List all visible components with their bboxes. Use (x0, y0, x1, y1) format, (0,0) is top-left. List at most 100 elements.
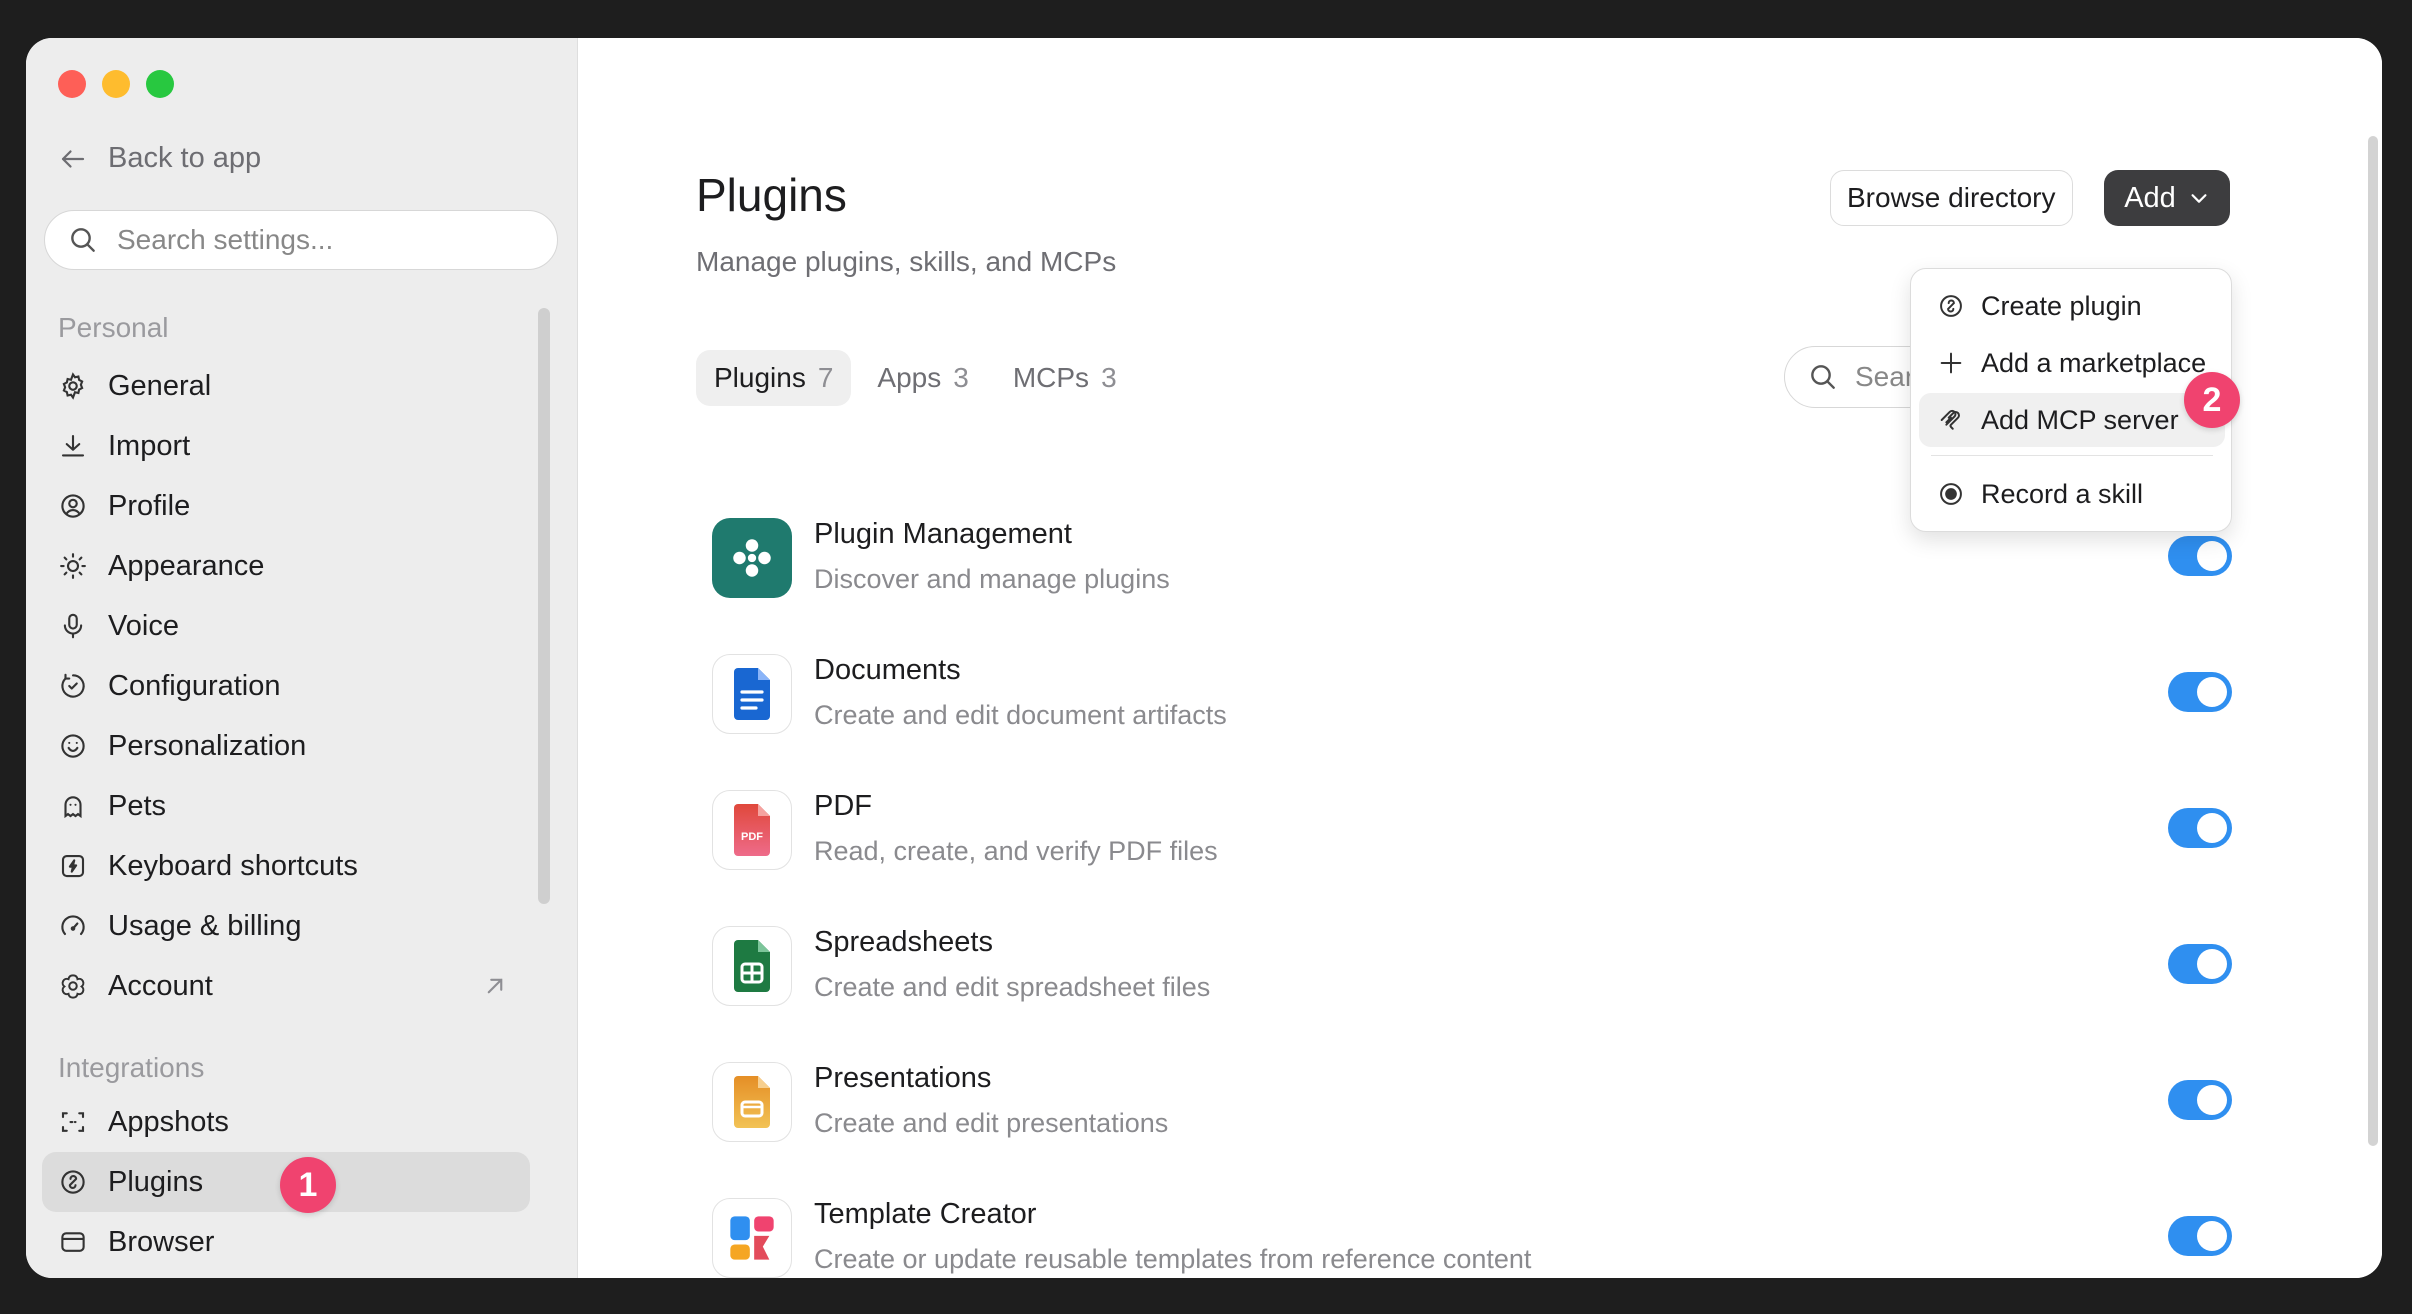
settings-search[interactable] (44, 210, 558, 270)
sidebar-item-configuration[interactable]: Configuration (42, 656, 530, 716)
minimize-window-button[interactable] (102, 70, 130, 98)
menu-item-add-marketplace[interactable]: Add a marketplace (1919, 336, 2225, 390)
gear-icon (62, 372, 84, 400)
menu-item-label: Record a skill (1981, 478, 2144, 509)
microphone-icon (63, 613, 83, 639)
step-badge-1: 1 (280, 1157, 336, 1213)
sidebar-item-appearance[interactable]: Appearance (42, 536, 530, 596)
sidebar-item-label: Profile (108, 489, 191, 522)
sidebar-item-label: Personalization (108, 729, 307, 762)
profile-icon (61, 494, 85, 518)
menu-item-add-mcp-server[interactable]: Add MCP server (1919, 393, 2225, 447)
sidebar-item-browser[interactable]: Browser (42, 1212, 530, 1272)
menu-item-label: Add a marketplace (1981, 347, 2207, 378)
sidebar-item-import[interactable]: Import (42, 416, 530, 476)
sidebar-item-account[interactable]: Account (42, 956, 530, 1016)
plugins-icon (61, 1170, 85, 1194)
search-icon (1811, 365, 1835, 389)
tab-count: 3 (953, 362, 969, 393)
plugin-search-placeholder: Sear (1855, 361, 1915, 392)
sidebar-item-label: Pets (108, 789, 167, 822)
sidebar-item-label: Account (108, 969, 213, 1002)
main-scrollbar[interactable] (2368, 136, 2378, 1146)
window-controls (58, 70, 174, 98)
sidebar-item-appshots[interactable]: Appshots (42, 1092, 530, 1152)
sidebar-item-label: Usage & billing (108, 909, 302, 942)
plugin-management-icon (712, 518, 792, 598)
zoom-window-button[interactable] (146, 70, 174, 98)
appshots-icon (61, 1112, 85, 1132)
plugin-name: Plugin Management (814, 518, 1072, 550)
mcp-icon (1940, 409, 1960, 430)
download-icon (61, 434, 85, 457)
sidebar-item-profile[interactable]: Profile (42, 476, 530, 536)
arrow-left-icon (61, 149, 85, 168)
plugin-name: Documents (814, 654, 961, 686)
sidebar-item-label: Plugins (108, 1165, 204, 1198)
browser-icon (61, 1232, 85, 1252)
tab-count: 3 (1101, 362, 1117, 393)
plugin-description: Create and edit presentations (814, 1108, 1169, 1138)
page-subtitle: Manage plugins, skills, and MCPs (696, 246, 1117, 277)
back-to-app-link[interactable]: Back to app (58, 142, 261, 175)
sidebar-scrollbar[interactable] (538, 308, 550, 904)
sidebar-item-voice[interactable]: Voice (42, 596, 530, 656)
plugin-toggle[interactable] (2168, 672, 2232, 712)
list-item[interactable]: PDF PDF Read, create, and verify PDF fil… (712, 780, 2232, 880)
tab-plugins[interactable]: Plugins 7 (696, 350, 852, 406)
sidebar-item-usage-billing[interactable]: Usage & billing (42, 896, 530, 956)
search-icon (71, 228, 95, 252)
sidebar-item-keyboard-shortcuts[interactable]: Keyboard shortcuts (42, 836, 530, 896)
sidebar: Back to app Personal General Import Prof… (26, 38, 578, 1278)
plugin-toggle[interactable] (2168, 1216, 2232, 1256)
plugin-name: Spreadsheets (814, 926, 993, 958)
section-label-integrations: Integrations (58, 1052, 205, 1083)
gauge-icon (61, 915, 85, 936)
plugin-description: Read, create, and verify PDF files (814, 836, 1218, 866)
sidebar-item-label: Import (108, 429, 191, 462)
settings-search-input[interactable] (117, 224, 537, 256)
sidebar-item-personalization[interactable]: Personalization (42, 716, 530, 776)
tab-apps[interactable]: Apps 3 (859, 350, 986, 406)
sidebar-item-label: Appearance (108, 549, 265, 582)
sidebar-item-label: Keyboard shortcuts (108, 849, 358, 882)
add-button-label: Add (2124, 181, 2176, 214)
record-icon (1940, 483, 1962, 505)
add-button[interactable]: Add (2104, 170, 2230, 226)
plugin-toggle[interactable] (2168, 944, 2232, 984)
menu-item-label: Add MCP server (1981, 404, 2179, 435)
sidebar-item-label: Voice (108, 609, 179, 642)
plugin-description: Create and edit document artifacts (814, 700, 1227, 730)
main-content: Plugins Manage plugins, skills, and MCPs… (578, 38, 2382, 1278)
tab-label: MCPs (1012, 362, 1090, 393)
plugin-tabs: Plugins 7 Apps 3 MCPs 3 (696, 350, 1135, 406)
back-to-app-label: Back to app (108, 142, 262, 174)
list-item[interactable]: Spreadsheets Create and edit spreadsheet… (712, 916, 2232, 1016)
plugin-toggle[interactable] (2168, 1080, 2232, 1120)
chevron-down-icon (2191, 194, 2207, 203)
template-creator-icon (712, 1198, 792, 1278)
tab-mcps[interactable]: MCPs 3 (995, 350, 1135, 406)
menu-item-create-plugin[interactable]: Create plugin (1919, 279, 2225, 333)
sidebar-item-label: Browser (108, 1225, 215, 1258)
tab-count: 7 (817, 362, 834, 393)
sidebar-item-label: Configuration (108, 669, 281, 702)
sidebar-item-label: Appshots (108, 1105, 229, 1138)
step-badge-2: 2 (2184, 372, 2240, 428)
keyboard-icon (61, 854, 85, 878)
sidebar-item-pets[interactable]: Pets (42, 776, 530, 836)
settings-window: Back to app Personal General Import Prof… (26, 38, 2382, 1278)
plugin-toggle[interactable] (2168, 536, 2232, 576)
plugin-description: Create or update reusable templates from… (814, 1244, 1532, 1274)
list-item[interactable]: Presentations Create and edit presentati… (712, 1052, 2232, 1152)
menu-item-record-skill[interactable]: Record a skill (1919, 467, 2225, 521)
plugin-toggle[interactable] (2168, 808, 2232, 848)
page-title: Plugins (696, 169, 847, 221)
close-window-button[interactable] (58, 70, 86, 98)
browse-directory-button[interactable]: Browse directory (1830, 170, 2073, 226)
list-item[interactable]: Template Creator Create or update reusab… (712, 1188, 2232, 1278)
section-label-personal: Personal (58, 312, 169, 343)
list-item[interactable]: Documents Create and edit document artif… (712, 644, 2232, 744)
sidebar-item-general[interactable]: General (42, 356, 530, 416)
personal-nav: General Import Profile Appearance Voice … (42, 356, 530, 1016)
